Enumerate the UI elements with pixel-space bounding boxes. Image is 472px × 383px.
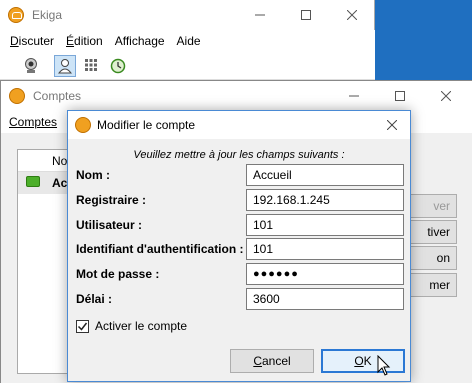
auth-id-row: Identifiant d'authentification : (76, 238, 404, 260)
close-icon (441, 91, 451, 101)
webcam-button[interactable] (20, 55, 42, 77)
name-field[interactable] (246, 164, 404, 186)
timeout-label: Délai : (76, 292, 113, 306)
enable-account-label: Activer le compte (95, 319, 188, 333)
ekiga-logo-icon (8, 7, 24, 23)
dialog-title: Modifier le compte (97, 118, 196, 132)
chat-status-icon (26, 176, 40, 187)
checkbox-box[interactable] (76, 319, 89, 333)
user-row: Utilisateur : (76, 214, 404, 236)
menu-aide[interactable]: Aide (171, 34, 207, 48)
cancel-button[interactable]: Cancel (230, 349, 314, 373)
minimize-icon (255, 14, 265, 16)
ok-button[interactable]: OK (321, 349, 405, 373)
edit-account-dialog: Modifier le compte Veuillez mettre à jou… (67, 110, 411, 382)
account-name: Ac (52, 176, 68, 190)
timeout-field[interactable] (246, 288, 404, 310)
maximize-icon (301, 10, 311, 20)
registrar-field[interactable] (246, 189, 404, 211)
enable-account-checkbox[interactable]: Activer le compte (76, 319, 187, 333)
registrar-row: Registraire : (76, 189, 404, 211)
close-icon (347, 10, 357, 20)
dialpad-icon (85, 59, 97, 71)
menu-comptes[interactable]: Comptes (9, 115, 57, 129)
main-window-title: Ekiga (32, 8, 63, 22)
contacts-button[interactable] (54, 55, 76, 77)
accounts-window-title: Comptes (33, 89, 82, 103)
name-label: Nom : (76, 168, 110, 182)
contact-icon (57, 59, 73, 74)
minimize-button[interactable] (237, 0, 283, 30)
mouse-cursor-icon (377, 355, 391, 376)
dialog-titlebar[interactable]: Modifier le compte (68, 111, 410, 139)
dialog-instruction: Veuillez mettre à jour les champs suivan… (133, 149, 345, 161)
password-label: Mot de passe : (76, 267, 160, 281)
main-toolbar (0, 52, 375, 80)
webcam-icon (25, 58, 37, 73)
password-row: Mot de passe : (76, 263, 404, 285)
maximize-button[interactable] (283, 0, 329, 30)
dialog-close-button[interactable] (374, 111, 410, 139)
maximize-icon (395, 91, 405, 101)
dialpad-button[interactable] (80, 55, 102, 77)
accounts-maximize-button[interactable] (377, 81, 423, 111)
history-button[interactable] (107, 55, 129, 77)
menu-discuter[interactable]: Discuter (4, 34, 60, 48)
minimize-icon (349, 95, 359, 97)
auth-id-label: Identifiant d'authentification : (76, 242, 244, 256)
accounts-minimize-button[interactable] (331, 81, 377, 111)
ekiga-logo-icon (9, 88, 25, 104)
name-row: Nom : (76, 164, 404, 186)
registrar-label: Registraire : (76, 193, 147, 207)
password-field[interactable] (246, 263, 404, 285)
checkmark-icon (77, 322, 88, 331)
timeout-row: Délai : (76, 288, 404, 310)
menu-affichage[interactable]: Affichage (109, 34, 171, 48)
accounts-titlebar[interactable]: Comptes (1, 81, 472, 111)
user-field[interactable] (246, 214, 404, 236)
history-icon (110, 58, 126, 74)
column-header-name: No (52, 154, 68, 168)
close-icon (387, 120, 397, 130)
user-label: Utilisateur : (76, 218, 143, 232)
main-menubar: Discuter Édition Affichage Aide (0, 30, 375, 52)
ekiga-logo-icon (75, 117, 91, 133)
close-button[interactable] (329, 0, 375, 30)
accounts-close-button[interactable] (423, 81, 469, 111)
main-titlebar[interactable]: Ekiga (0, 0, 374, 30)
menu-edition[interactable]: Édition (60, 34, 109, 48)
auth-id-field[interactable] (246, 238, 404, 260)
